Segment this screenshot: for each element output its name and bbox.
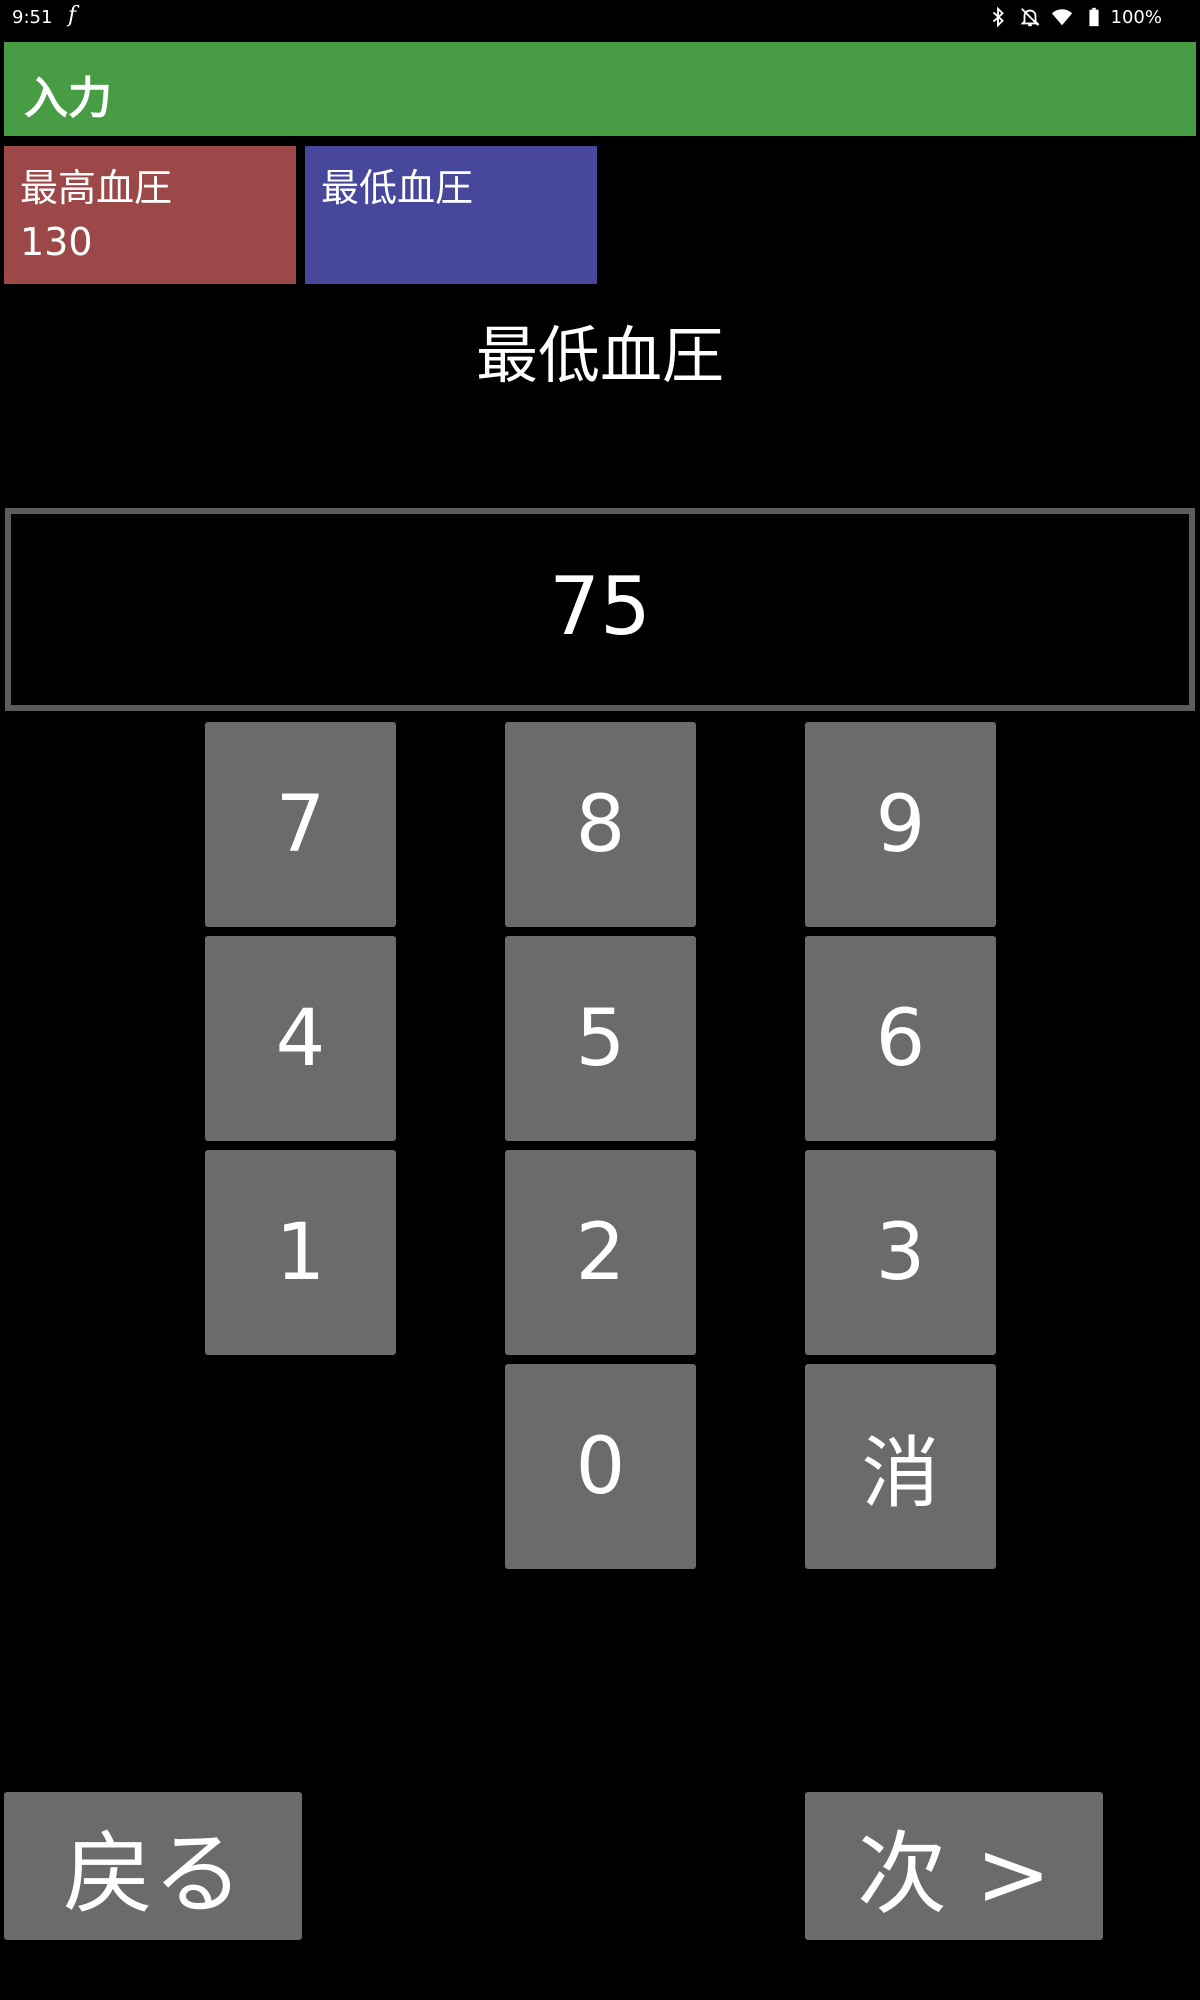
- wifi-icon: [1051, 9, 1072, 26]
- key-5-button[interactable]: 5: [505, 936, 696, 1141]
- value-display-text: 75: [549, 560, 651, 653]
- key-6-button[interactable]: 6: [805, 936, 996, 1141]
- key-4-button[interactable]: 4: [205, 936, 396, 1141]
- tab-systolic[interactable]: 最高血圧 130: [4, 146, 296, 284]
- screen: 9:51 f 100% 入力 最高血圧 130 最低血圧 最低血圧 75 7 8…: [0, 0, 1200, 2000]
- bluetooth-icon: [992, 6, 1004, 28]
- status-icons: 100%: [987, 5, 1162, 29]
- clear-button[interactable]: 消: [805, 1364, 996, 1569]
- key-8-button[interactable]: 8: [505, 722, 696, 927]
- status-bar: 9:51 f 100%: [0, 0, 1200, 38]
- app-notification-icon: f: [68, 3, 77, 28]
- tab-systolic-label: 最高血圧: [20, 166, 173, 210]
- tab-systolic-value: 130: [20, 220, 93, 264]
- next-button[interactable]: 次 >: [805, 1792, 1103, 1940]
- key-1-button[interactable]: 1: [205, 1150, 396, 1355]
- key-7-button[interactable]: 7: [205, 722, 396, 927]
- key-3-button[interactable]: 3: [805, 1150, 996, 1355]
- key-9-button[interactable]: 9: [805, 722, 996, 927]
- tab-diastolic[interactable]: 最低血圧: [305, 146, 597, 284]
- value-display: 75: [5, 508, 1195, 711]
- tab-diastolic-label: 最低血圧: [321, 166, 474, 210]
- status-time: 9:51: [12, 7, 53, 28]
- page-title: 入力: [24, 73, 112, 124]
- back-button[interactable]: 戻る: [4, 1792, 302, 1940]
- battery-icon: [1088, 7, 1099, 27]
- battery-percentage: 100%: [1110, 6, 1162, 28]
- field-title: 最低血圧: [475, 319, 724, 392]
- app-bar: 入力: [4, 42, 1196, 136]
- key-2-button[interactable]: 2: [505, 1150, 696, 1355]
- key-0-button[interactable]: 0: [505, 1364, 696, 1569]
- notifications-off-icon: [1019, 8, 1040, 27]
